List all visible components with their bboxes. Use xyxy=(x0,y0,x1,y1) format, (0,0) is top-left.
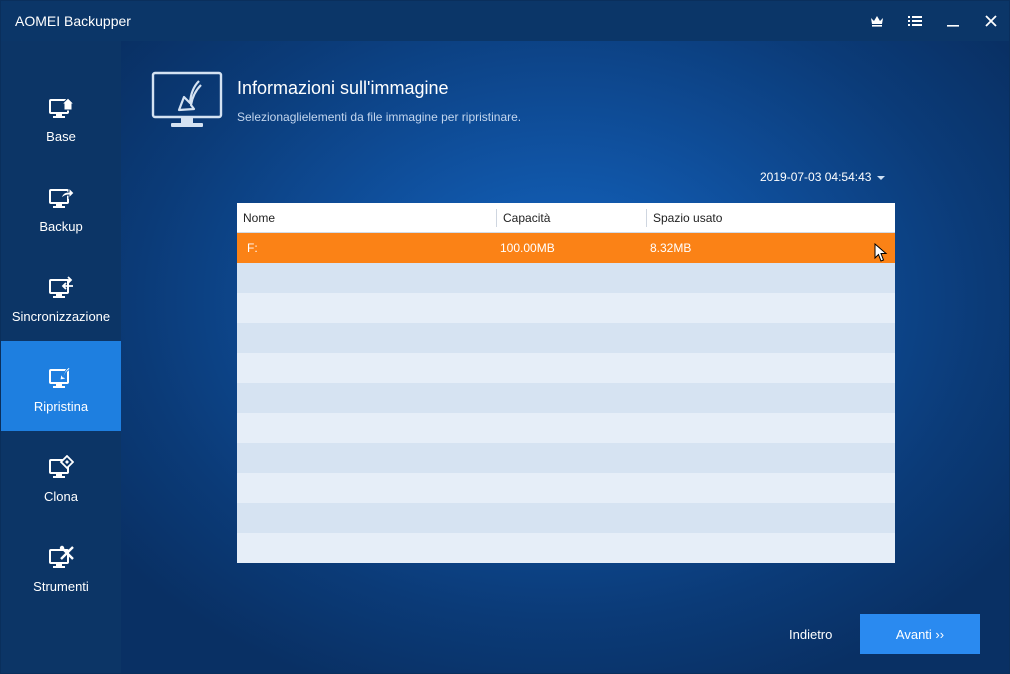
backup-monitor-icon xyxy=(49,186,74,208)
empty-row xyxy=(237,293,895,323)
sidebar-item-base[interactable]: Base xyxy=(1,71,121,161)
empty-row xyxy=(237,473,895,503)
app-window: AOMEI Backupper Base Backup Sincronizzaz… xyxy=(0,0,1010,674)
table-header: Nome Capacità Spazio usato xyxy=(237,203,895,233)
page-title: Informazioni sull'immagine xyxy=(237,78,449,98)
column-header-capacita[interactable]: Capacità xyxy=(503,203,550,233)
backup-time-value: 2019-07-03 04:54:43 xyxy=(760,170,872,184)
column-divider xyxy=(646,209,647,227)
sidebar-item-label: Base xyxy=(46,129,76,144)
cell-capacity: 100.00MB xyxy=(500,241,555,255)
crown-icon[interactable] xyxy=(865,9,889,33)
column-header-spazio-usato[interactable]: Spazio usato xyxy=(653,203,722,233)
menu-icon[interactable] xyxy=(903,9,927,33)
empty-row xyxy=(237,443,895,473)
table-row[interactable]: F: 100.00MB 8.32MB xyxy=(237,233,895,263)
sidebar-item-strumenti[interactable]: Strumenti xyxy=(1,521,121,611)
title-bar: AOMEI Backupper xyxy=(1,1,1009,41)
empty-row xyxy=(237,503,895,533)
empty-row xyxy=(237,263,895,293)
empty-row xyxy=(237,323,895,353)
minimize-icon[interactable] xyxy=(941,9,965,33)
sync-monitor-icon xyxy=(49,276,73,298)
page-subtitle: Selezionaglielementi da file immagine pe… xyxy=(237,110,522,124)
sidebar-item-ripristina[interactable]: Ripristina xyxy=(1,341,121,431)
sidebar-item-backup[interactable]: Backup xyxy=(1,161,121,251)
column-divider xyxy=(496,209,497,227)
sidebar-item-label: Sincronizzazione xyxy=(11,309,111,324)
empty-row xyxy=(237,383,895,413)
sidebar-item-clona[interactable]: Clona xyxy=(1,431,121,521)
sidebar-item-label: Clona xyxy=(44,489,78,504)
mouse-cursor-icon xyxy=(874,243,888,262)
empty-row xyxy=(237,533,895,563)
app-title: AOMEI Backupper xyxy=(15,13,131,29)
restore-monitor-icon xyxy=(151,71,223,127)
next-button[interactable]: Avanti ›› xyxy=(860,614,980,654)
sidebar: Base Backup Sincronizzazione Ripristina … xyxy=(1,41,121,673)
clone-monitor-icon xyxy=(49,455,74,478)
partition-table: Nome Capacità Spazio usato F: 100.00MB 8… xyxy=(237,203,895,563)
empty-row xyxy=(237,353,895,383)
chevron-down-icon xyxy=(877,175,886,180)
back-button[interactable]: Indietro xyxy=(789,627,832,642)
tools-monitor-icon xyxy=(49,545,74,568)
sidebar-item-label: Backup xyxy=(39,219,83,234)
cell-name: F: xyxy=(247,241,258,255)
sidebar-item-label: Strumenti xyxy=(33,579,89,594)
sidebar-item-label: Ripristina xyxy=(33,399,89,414)
backup-time-dropdown[interactable]: 2019-07-03 04:54:43 xyxy=(760,170,886,184)
restore-monitor-icon xyxy=(49,366,71,388)
close-icon[interactable] xyxy=(979,9,1003,33)
empty-row xyxy=(237,413,895,443)
home-monitor-icon xyxy=(49,97,74,118)
cell-used: 8.32MB xyxy=(650,241,692,255)
sidebar-item-sincronizzazione[interactable]: Sincronizzazione xyxy=(1,251,121,341)
column-header-nome[interactable]: Nome xyxy=(243,203,275,233)
